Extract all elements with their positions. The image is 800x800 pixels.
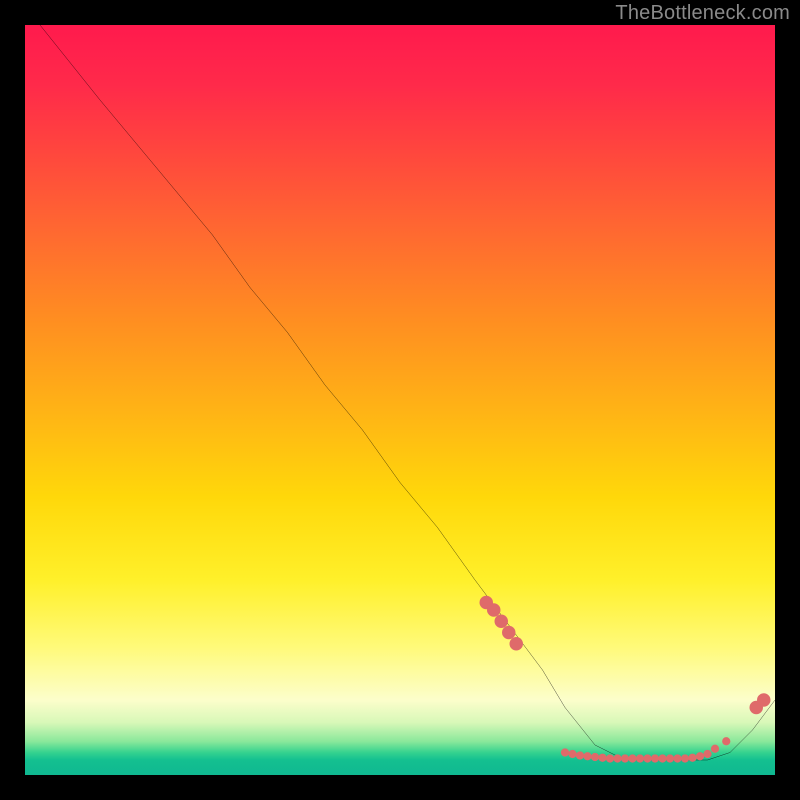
data-point bbox=[673, 754, 681, 762]
chart-frame: TheBottleneck.com bbox=[0, 0, 800, 800]
data-point bbox=[658, 754, 666, 762]
data-point bbox=[576, 751, 584, 759]
curve-line bbox=[40, 25, 775, 760]
data-point bbox=[688, 754, 696, 762]
data-point bbox=[651, 754, 659, 762]
data-markers bbox=[480, 596, 771, 763]
data-point bbox=[696, 752, 704, 760]
data-point bbox=[606, 754, 614, 762]
data-point bbox=[495, 615, 509, 629]
data-point bbox=[568, 750, 576, 758]
data-point bbox=[561, 748, 569, 756]
data-point bbox=[681, 754, 689, 762]
data-point bbox=[598, 754, 606, 762]
data-point bbox=[502, 626, 516, 640]
data-point bbox=[613, 754, 621, 762]
data-point bbox=[643, 754, 651, 762]
data-point bbox=[510, 637, 524, 651]
data-point bbox=[711, 745, 719, 753]
data-point bbox=[636, 754, 644, 762]
chart-svg bbox=[25, 25, 775, 775]
data-point bbox=[703, 750, 711, 758]
data-point bbox=[591, 753, 599, 761]
watermark-text: TheBottleneck.com bbox=[615, 2, 790, 25]
data-point bbox=[583, 752, 591, 760]
data-point bbox=[487, 603, 500, 617]
data-point bbox=[628, 754, 636, 762]
data-point bbox=[621, 754, 629, 762]
data-point bbox=[722, 737, 730, 745]
data-point bbox=[666, 754, 674, 762]
data-point bbox=[757, 693, 771, 707]
